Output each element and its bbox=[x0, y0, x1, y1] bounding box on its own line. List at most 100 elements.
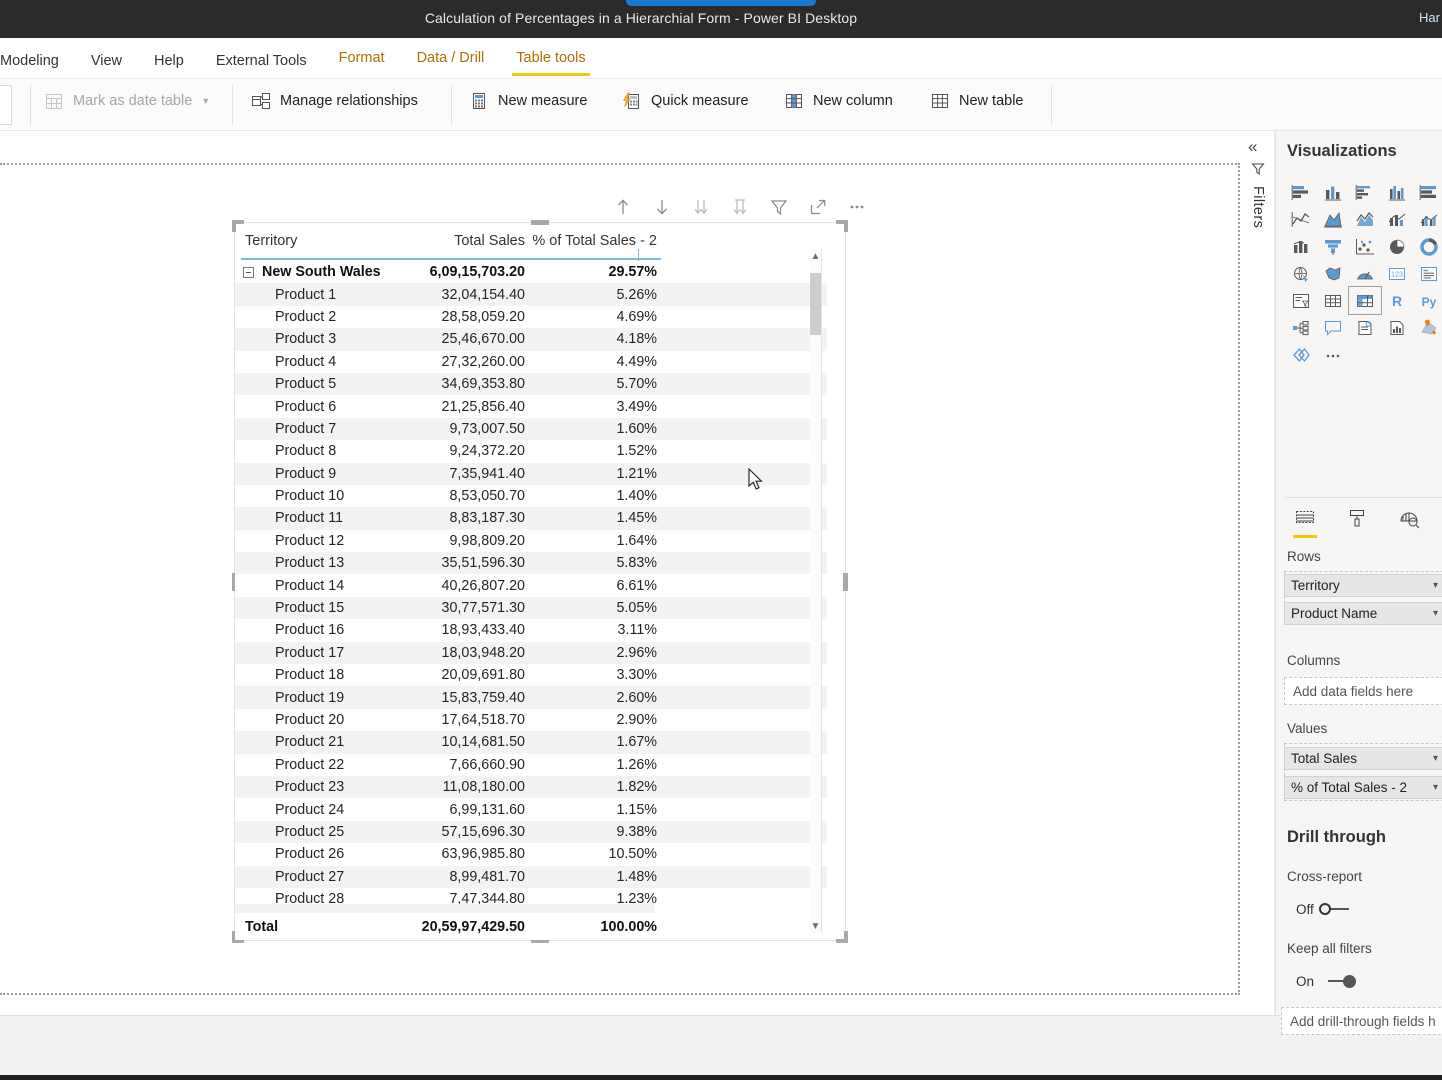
visual-type-gallery[interactable]: 123 R Py bbox=[1285, 179, 1442, 368]
tab-table-tools[interactable]: Table tools bbox=[500, 38, 602, 79]
table-row[interactable]: Product 10 8,53,050.70 1.40% bbox=[235, 484, 827, 508]
matrix-visual[interactable]: Territory Total Sales % of Total Sales -… bbox=[232, 220, 848, 943]
resize-handle-bottom-right-v[interactable] bbox=[844, 931, 848, 943]
fields-tab-icon[interactable] bbox=[1290, 503, 1320, 538]
column-header-pct-total-sales[interactable]: % of Total Sales - 2 bbox=[525, 233, 657, 249]
card-icon[interactable]: 123 bbox=[1381, 260, 1413, 287]
stacked-bar-chart-icon[interactable] bbox=[1285, 179, 1317, 206]
tab-external-tools[interactable]: External Tools bbox=[200, 53, 323, 80]
filled-map-icon[interactable] bbox=[1317, 260, 1349, 287]
donut-chart-icon[interactable] bbox=[1413, 233, 1442, 260]
format-tab-icon[interactable] bbox=[1342, 503, 1372, 533]
drill-down-icon[interactable] bbox=[651, 196, 673, 218]
filter-icon[interactable] bbox=[768, 196, 790, 218]
resize-handle-top-right-v[interactable] bbox=[844, 220, 848, 232]
line-chart-icon[interactable] bbox=[1285, 206, 1317, 233]
tab-data-drill[interactable]: Data / Drill bbox=[400, 38, 501, 79]
chevron-down-icon[interactable]: ▾ bbox=[1433, 608, 1438, 619]
table-row[interactable]: Product 17 18,03,948.20 2.96% bbox=[235, 641, 827, 665]
python-visual-icon[interactable]: Py bbox=[1413, 287, 1442, 314]
table-row[interactable]: Product 7 9,73,007.50 1.60% bbox=[235, 417, 827, 441]
table-row[interactable]: Product 11 8,83,187.30 1.45% bbox=[235, 507, 827, 530]
table-icon[interactable] bbox=[1317, 287, 1349, 314]
new-column-button[interactable]: New column bbox=[784, 91, 893, 111]
quick-measure-button[interactable]: Quick measure bbox=[622, 91, 749, 111]
table-row[interactable]: Product 19 15,83,759.40 2.60% bbox=[235, 686, 827, 709]
table-row[interactable]: Product 13 35,51,596.30 5.83% bbox=[235, 552, 827, 575]
more-options-icon[interactable] bbox=[846, 196, 868, 218]
filters-pane-collapsed[interactable]: « Filters bbox=[1241, 131, 1275, 1015]
group-cell-territory[interactable]: New South Wales bbox=[235, 264, 403, 280]
expand-all-icon[interactable] bbox=[690, 196, 712, 218]
drill-mode-icon[interactable] bbox=[729, 196, 751, 218]
tab-help[interactable]: Help bbox=[138, 53, 200, 80]
clustered-bar-chart-icon[interactable] bbox=[1349, 179, 1381, 206]
table-row[interactable]: Product 15 30,77,571.30 5.05% bbox=[235, 596, 827, 620]
cross-report-toggle[interactable] bbox=[1319, 902, 1353, 916]
table-row[interactable]: Product 6 21,25,856.40 3.49% bbox=[235, 395, 827, 418]
r-script-visual-icon[interactable]: R bbox=[1381, 287, 1413, 314]
drill-through-fields-well[interactable]: Add drill-through fields h bbox=[1281, 1007, 1442, 1035]
map-icon[interactable] bbox=[1285, 260, 1317, 287]
table-row[interactable]: Product 14 40,26,807.20 6.61% bbox=[235, 574, 827, 597]
table-row[interactable]: Product 20 17,64,518.70 2.90% bbox=[235, 708, 827, 732]
scatter-chart-icon[interactable] bbox=[1349, 233, 1381, 260]
table-row[interactable]: Product 1 32,04,154.40 5.26% bbox=[235, 283, 827, 306]
scrollbar-thumb[interactable] bbox=[810, 273, 821, 335]
chevron-double-left-icon[interactable]: « bbox=[1248, 137, 1257, 157]
table-row[interactable]: Product 18 20,09,691.80 3.30% bbox=[235, 664, 827, 687]
chevron-down-icon[interactable]: ▾ bbox=[1433, 782, 1438, 793]
column-header-total-sales[interactable]: Total Sales bbox=[403, 233, 525, 249]
table-row[interactable]: Product 22 7,66,660.90 1.26% bbox=[235, 753, 827, 776]
chevron-down-icon[interactable]: ▾ bbox=[1433, 753, 1438, 764]
scroll-down-arrow-icon[interactable]: ▼ bbox=[810, 919, 821, 933]
new-measure-button[interactable]: New measure bbox=[469, 91, 587, 111]
ribbon-chart-icon[interactable] bbox=[1285, 233, 1317, 260]
field-chip-pct-total-sales[interactable]: % of Total Sales - 2 ▾ bbox=[1284, 776, 1442, 799]
columns-well-placeholder[interactable]: Add data fields here bbox=[1284, 677, 1442, 705]
more-visuals-icon[interactable] bbox=[1317, 341, 1349, 368]
new-table-button[interactable]: New table bbox=[930, 91, 1023, 111]
smart-narrative-icon[interactable] bbox=[1349, 314, 1381, 341]
tab-format[interactable]: Format bbox=[322, 38, 401, 79]
table-row[interactable]: Product 23 11,08,180.00 1.82% bbox=[235, 775, 827, 799]
matrix-icon[interactable] bbox=[1348, 286, 1382, 315]
table-row[interactable]: Product 8 9,24,372.20 1.52% bbox=[235, 440, 827, 463]
chevron-down-icon[interactable]: ▾ bbox=[1433, 580, 1438, 591]
field-chip-territory[interactable]: Territory ▾ bbox=[1284, 574, 1442, 597]
focus-mode-icon[interactable] bbox=[807, 196, 829, 218]
slicer-icon[interactable] bbox=[1285, 287, 1317, 314]
scroll-up-arrow-icon[interactable]: ▲ bbox=[810, 249, 821, 263]
100-stacked-bar-chart-icon[interactable] bbox=[1413, 179, 1442, 206]
field-chip-total-sales[interactable]: Total Sales ▾ bbox=[1284, 747, 1442, 770]
table-row[interactable]: Product 27 8,99,481.70 1.48% bbox=[235, 865, 827, 888]
power-apps-icon[interactable] bbox=[1285, 341, 1317, 368]
tab-view[interactable]: View bbox=[75, 53, 138, 80]
table-row[interactable]: Product 26 63,96,985.80 10.50% bbox=[235, 843, 827, 866]
pie-chart-icon[interactable] bbox=[1381, 233, 1413, 260]
resize-handle-right-center[interactable] bbox=[843, 572, 848, 591]
paginated-report-icon[interactable] bbox=[1381, 314, 1413, 341]
tab-modeling[interactable]: Modeling bbox=[0, 53, 75, 80]
column-header-territory[interactable]: Territory bbox=[235, 233, 403, 249]
qna-icon[interactable] bbox=[1317, 314, 1349, 341]
table-row[interactable]: Product 12 9,98,809.20 1.64% bbox=[235, 529, 827, 553]
clustered-column-chart-icon[interactable] bbox=[1381, 179, 1413, 206]
table-row[interactable]: Product 2 28,58,059.20 4.69% bbox=[235, 305, 827, 329]
mark-as-date-table-button[interactable]: Mark as date table ▾ bbox=[44, 91, 208, 111]
multi-row-card-icon[interactable] bbox=[1413, 260, 1442, 287]
table-row[interactable]: Product 21 10,14,681.50 1.67% bbox=[235, 731, 827, 754]
table-row[interactable]: Product 9 7,35,941.40 1.21% bbox=[235, 462, 827, 485]
waterfall-chart-icon[interactable] bbox=[1317, 233, 1349, 260]
table-row[interactable]: Product 4 27,32,260.00 4.49% bbox=[235, 350, 827, 373]
arcgis-maps-icon[interactable] bbox=[1413, 314, 1442, 341]
gauge-icon[interactable] bbox=[1349, 260, 1381, 287]
table-row[interactable]: Product 16 18,93,433.40 3.11% bbox=[235, 619, 827, 642]
manage-relationships-button[interactable]: Manage relationships bbox=[251, 91, 418, 111]
table-row[interactable]: Product 24 6,99,131.60 1.15% bbox=[235, 798, 827, 821]
table-row[interactable]: Product 25 57,15,696.30 9.38% bbox=[235, 820, 827, 844]
line-stacked-column-icon[interactable] bbox=[1381, 206, 1413, 233]
keep-all-filters-toggle[interactable] bbox=[1322, 974, 1356, 988]
stacked-column-chart-icon[interactable] bbox=[1317, 179, 1349, 206]
collapse-icon[interactable] bbox=[243, 266, 254, 278]
